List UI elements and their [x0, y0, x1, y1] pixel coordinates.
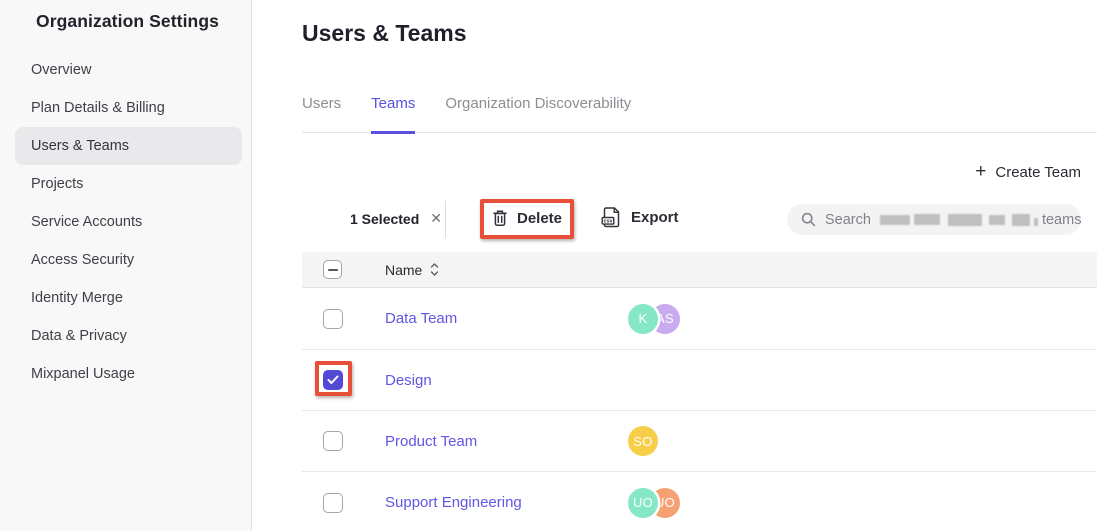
team-name-link[interactable]: Support Engineering [385, 494, 625, 511]
toolbar-divider [445, 201, 446, 238]
avatar-group: UO UO [628, 488, 680, 518]
row-checkbox[interactable] [323, 431, 343, 451]
avatar-group: SO [628, 426, 658, 456]
row-checkbox[interactable] [323, 493, 343, 513]
csv-file-icon: csv [601, 206, 621, 228]
redacted-text [989, 215, 1005, 225]
tab-organization-discoverability[interactable]: Organization Discoverability [445, 95, 631, 132]
sidebar-item-plan-details-billing[interactable]: Plan Details & Billing [0, 89, 252, 127]
create-team-button[interactable]: + Create Team [975, 163, 1081, 181]
sidebar-nav: Overview Plan Details & Billing Users & … [0, 51, 252, 393]
table-row-design: Design [302, 350, 1097, 411]
selection-summary: 1 Selected ✕ [350, 210, 442, 227]
avatar: UO [628, 488, 658, 518]
redacted-text [914, 214, 940, 225]
delete-label: Delete [517, 210, 562, 227]
indeterminate-dash-icon [328, 269, 338, 271]
name-column-header[interactable]: Name [385, 262, 439, 278]
table-row-support-engineering: Support Engineering UO UO [302, 472, 1097, 531]
row-checkbox-checked[interactable] [323, 370, 343, 390]
avatar: SO [628, 426, 658, 456]
redacted-text [1034, 218, 1038, 226]
export-button[interactable]: csv Export [601, 206, 679, 228]
svg-text:csv: csv [604, 219, 613, 225]
tab-users[interactable]: Users [302, 95, 341, 132]
table-row-product-team: Product Team SO [302, 411, 1097, 472]
trash-icon [492, 209, 508, 227]
export-label: Export [631, 209, 679, 226]
check-icon [327, 375, 339, 385]
clear-selection-icon[interactable]: ✕ [430, 210, 442, 227]
sidebar-title: Organization Settings [36, 11, 219, 32]
table-row-data-team: Data Team K AS [302, 288, 1097, 350]
delete-button[interactable]: Delete [492, 209, 562, 227]
sidebar: Organization Settings Overview Plan Deta… [0, 0, 252, 531]
tab-bar: Users Teams Organization Discoverability [302, 95, 1097, 133]
team-name-link[interactable]: Product Team [385, 433, 625, 450]
row-checkbox[interactable] [323, 309, 343, 329]
sidebar-item-service-accounts[interactable]: Service Accounts [0, 203, 252, 241]
tab-teams[interactable]: Teams [371, 95, 415, 134]
sidebar-item-access-security[interactable]: Access Security [0, 241, 252, 279]
avatar: K [628, 304, 658, 334]
avatar-group: K AS [628, 304, 680, 334]
search-placeholder: Search teams [825, 212, 1081, 228]
sort-icon [430, 263, 439, 276]
sidebar-item-mixpanel-usage[interactable]: Mixpanel Usage [0, 355, 252, 393]
team-name-link[interactable]: Design [385, 372, 625, 389]
selected-count-label: 1 Selected [350, 211, 419, 227]
sidebar-item-users-teams[interactable]: Users & Teams [15, 127, 242, 165]
sidebar-item-identity-merge[interactable]: Identity Merge [0, 279, 252, 317]
plus-icon: + [975, 163, 986, 181]
redacted-text [948, 214, 982, 226]
search-input[interactable]: Search teams [787, 204, 1081, 235]
page-title: Users & Teams [302, 20, 467, 47]
create-team-label: Create Team [995, 164, 1081, 181]
sidebar-item-overview[interactable]: Overview [0, 51, 252, 89]
redacted-text [880, 215, 910, 225]
sidebar-item-data-privacy[interactable]: Data & Privacy [0, 317, 252, 355]
redacted-text [1012, 214, 1030, 226]
team-name-link[interactable]: Data Team [385, 310, 625, 327]
organization-settings-page: Organization Settings Overview Plan Deta… [0, 0, 1108, 531]
sidebar-item-projects[interactable]: Projects [0, 165, 252, 203]
select-all-checkbox[interactable] [323, 260, 342, 279]
table-header-row: Name [302, 252, 1097, 288]
search-icon [801, 212, 816, 227]
